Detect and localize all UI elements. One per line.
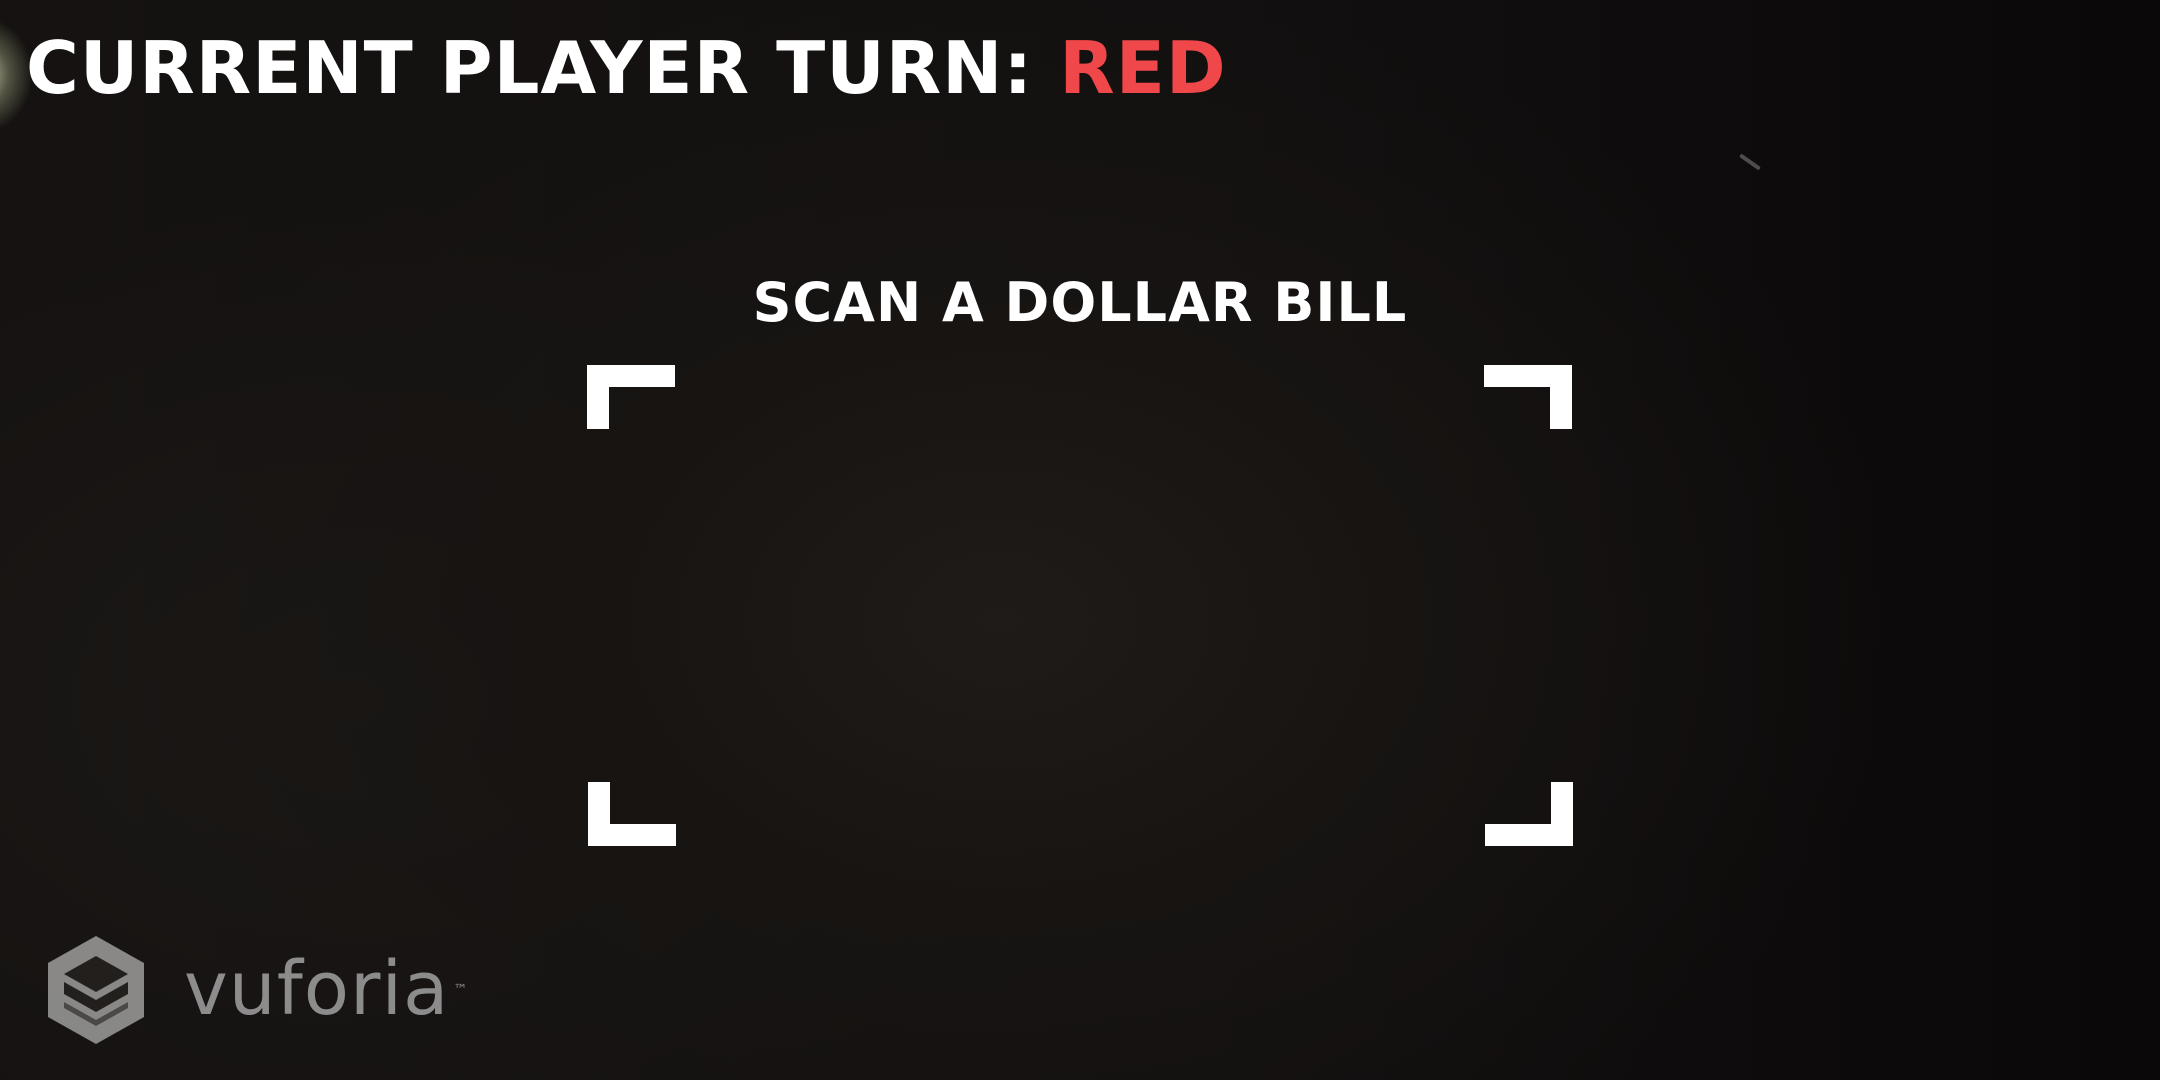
trademark-symbol: ™ <box>453 981 468 998</box>
turn-value: RED <box>1059 26 1227 110</box>
scan-instruction: SCAN A DOLLAR BILL <box>752 271 1408 334</box>
current-turn-banner: CURRENT PLAYER TURN: RED <box>26 18 1227 118</box>
ar-camera-view: CURRENT PLAYER TURN: RED SCAN A DOLLAR B… <box>0 0 2160 1080</box>
viewfinder-corner-top-right <box>1484 365 1572 429</box>
viewfinder-corner-top-left <box>587 365 675 429</box>
viewfinder-corner-bottom-left <box>588 782 676 846</box>
viewfinder-corner-bottom-right <box>1485 782 1573 846</box>
vuforia-watermark: vuforia ™ <box>44 932 467 1047</box>
camera-speck <box>1739 153 1761 171</box>
vuforia-wordmark: vuforia <box>184 946 450 1032</box>
vuforia-logo-icon <box>48 936 144 1044</box>
turn-label: CURRENT PLAYER TURN: <box>26 26 1034 110</box>
